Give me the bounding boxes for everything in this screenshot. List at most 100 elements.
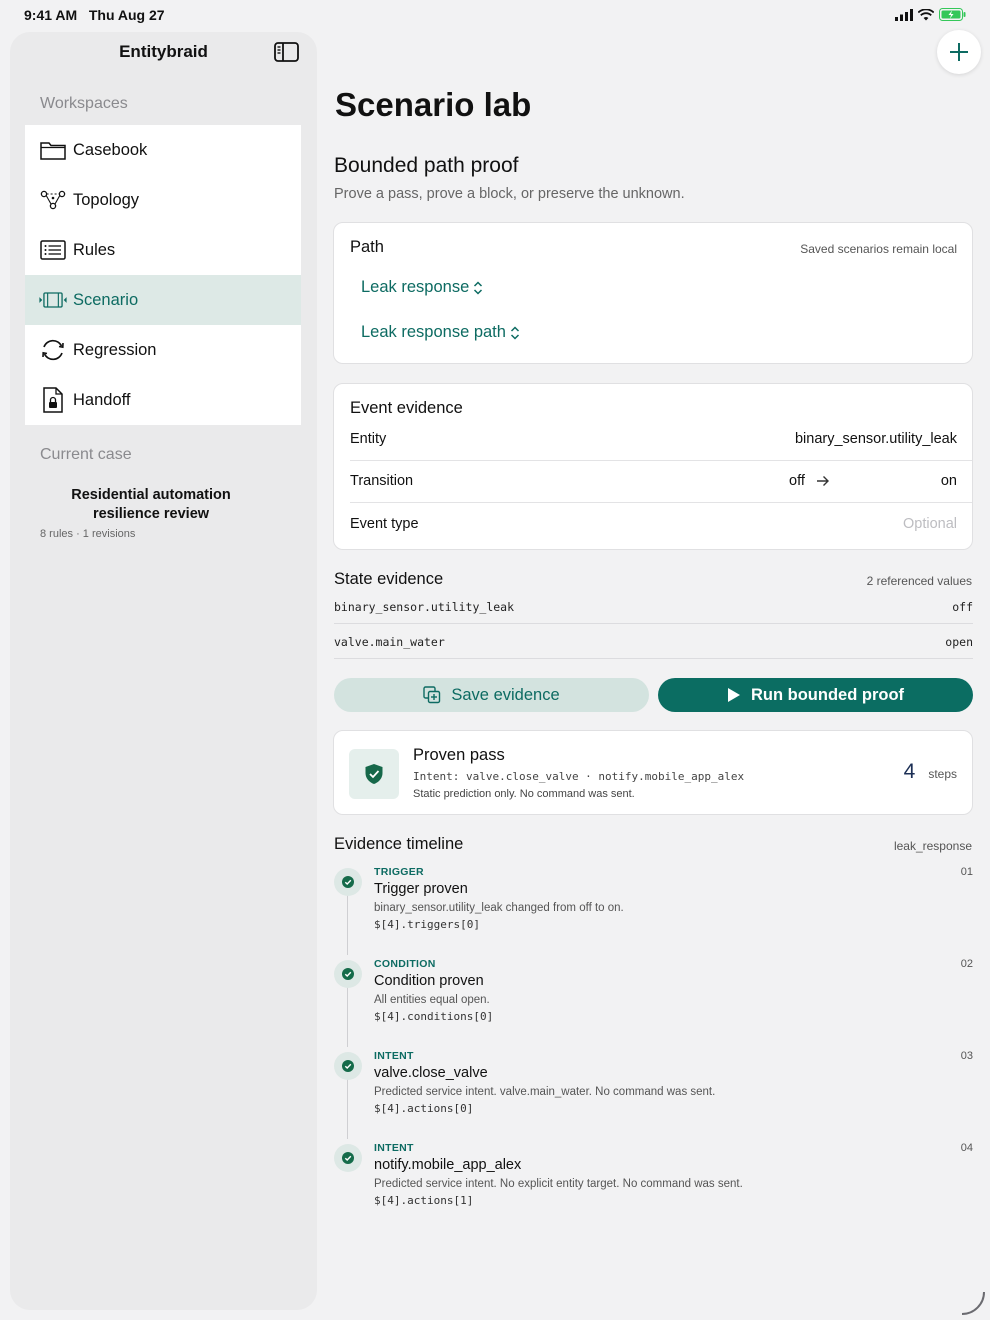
workspace-nav: Casebook Topology Rules Scenario Regress… [25,125,301,425]
timeline-path: $[4].actions[1] [374,1194,474,1207]
event-evidence-label: Event evidence [350,399,463,417]
case-meta: 8 rules · 1 revisions [40,528,136,540]
timeline-title: valve.close_valve [374,1065,488,1081]
app-title: Entitybraid [119,42,208,61]
sidebar-item-label: Rules [73,240,116,259]
sidebar-item-topology[interactable]: Topology [25,175,301,225]
sidebar-item-label: Casebook [73,140,148,159]
timeline-item: CONDITION 02 Condition proven All entiti… [334,958,973,1048]
divider [350,460,972,461]
timeline-description: All entities equal open. [374,994,490,1006]
timeline-path: $[4].conditions[0] [374,1010,494,1023]
case-title: Residential automation resilience review [71,487,231,522]
save-evidence-label: Save evidence [451,685,560,704]
timeline-description: Predicted service intent. valve.main_wat… [374,1086,716,1098]
timeline-kind: INTENT [374,1050,414,1062]
sidebar-toggle-icon[interactable] [274,42,299,62]
automation-picker-value: Leak response [361,278,470,296]
state-entity: valve.main_water [334,635,445,649]
arrow-right-icon [817,476,829,486]
divider [350,502,972,503]
timeline-note: leak_response [893,839,972,853]
shield-badge [349,749,399,799]
sidebar-item-label: Topology [73,190,140,209]
path-picker[interactable]: Leak response path [361,323,520,342]
check-circle-icon [334,1052,362,1080]
timeline-title: Condition proven [374,973,484,989]
timeline-item: INTENT 03 valve.close_valve Predicted se… [334,1050,973,1140]
chevron-updown-icon [510,325,519,340]
topology-icon [39,188,67,212]
steps-count: 4 [903,760,916,783]
workspaces-label: Workspaces [40,95,128,112]
sidebar-item-label: Scenario [73,290,139,309]
check-circle-icon [334,868,362,896]
timeline-description: Predicted service intent. No explicit en… [374,1178,743,1190]
timeline-label: Evidence timeline [334,835,464,853]
transition-key: Transition [350,473,414,489]
timeline-number: 04 [960,1142,973,1154]
status-time: 9:41 AM Thu Aug 27 [24,7,165,23]
folder-icon [39,138,67,162]
current-case[interactable]: Residential automation resilience review… [40,486,262,540]
steps-unit: steps [928,767,957,781]
path-note: Saved scenarios remain local [800,242,957,256]
state-row[interactable]: binary_sensor.utility_leak off [334,600,973,614]
timeline-kind: INTENT [374,1142,414,1154]
path-picker-value: Leak response path [361,323,506,341]
automation-picker[interactable]: Leak response [361,278,483,297]
status-bar: 9:41 AM Thu Aug 27 [0,0,990,30]
film-icon [39,288,67,312]
cycle-icon [39,338,67,362]
battery-icon [939,8,966,21]
sidebar-item-label: Regression [73,340,157,359]
run-proof-button[interactable]: Run bounded proof [658,678,973,712]
timeline-kind: CONDITION [374,958,436,970]
list-icon [39,238,67,262]
path-label: Path [350,238,384,256]
page-title: Scenario lab [335,86,532,123]
sidebar-item-scenario[interactable]: Scenario [25,275,301,325]
save-evidence-button[interactable]: Save evidence [334,678,649,712]
duplicate-plus-icon [423,686,441,704]
entity-key: Entity [350,431,387,447]
play-icon [727,688,740,702]
sidebar-item-regression[interactable]: Regression [25,325,301,375]
entity-value: binary_sensor.utility_leak [794,431,957,447]
status-icons [895,8,966,21]
divider [334,623,973,624]
sidebar-item-handoff[interactable]: Handoff [25,375,301,425]
sidebar-item-label: Handoff [73,390,131,409]
proof-intent: Intent: valve.close_valve · notify.mobil… [413,770,745,783]
event-type-field[interactable]: Optional [903,516,957,532]
state-row[interactable]: valve.main_water open [334,635,973,649]
plus-icon [950,43,968,61]
section-title: Bounded path proof [334,154,519,177]
transition-to[interactable]: on [941,473,957,489]
event-evidence-card: Event evidence Entity binary_sensor.util… [333,383,973,550]
state-entity: binary_sensor.utility_leak [334,600,515,614]
wifi-icon [918,8,934,20]
timeline-number: 02 [960,958,973,970]
timeline-path: $[4].triggers[0] [374,918,480,931]
proof-result-card: Proven pass Intent: valve.close_valve · … [333,730,973,815]
check-circle-icon [334,960,362,988]
proof-title: Proven pass [413,746,505,764]
divider [334,658,973,659]
timeline-item: INTENT 04 notify.mobile_app_alex Predict… [334,1142,973,1232]
sidebar-item-casebook[interactable]: Casebook [25,125,301,175]
timeline-description: binary_sensor.utility_leak changed from … [374,902,624,914]
timeline-number: 01 [960,866,973,878]
sidebar-item-rules[interactable]: Rules [25,225,301,275]
current-case-label: Current case [40,446,132,463]
cellular-icon [895,8,913,21]
proof-note: Static prediction only. No command was s… [413,788,635,800]
chevron-updown-icon [474,280,483,295]
state-value: open [945,635,973,649]
state-evidence-note: 2 referenced values [866,574,972,588]
state-value: off [952,600,973,614]
add-button[interactable] [937,30,981,74]
transition-from[interactable]: off [789,473,805,489]
timeline-number: 03 [960,1050,973,1062]
timeline-path: $[4].actions[0] [374,1102,474,1115]
